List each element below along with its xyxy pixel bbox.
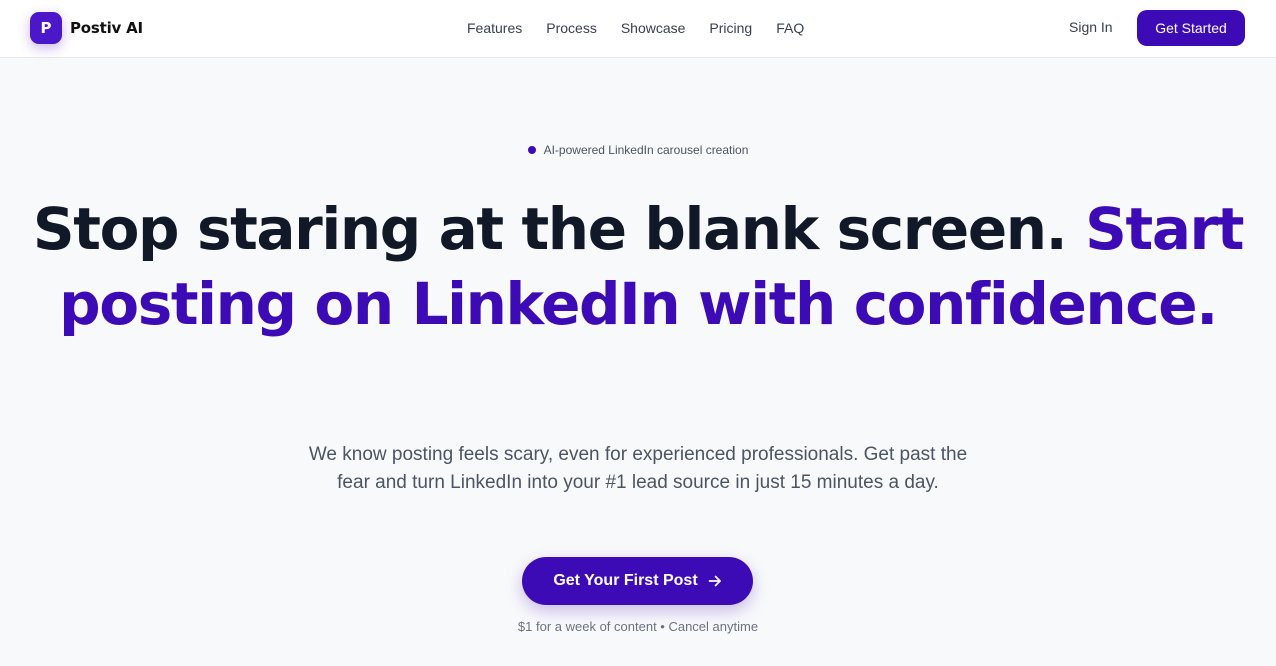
- badge-dot-icon: [527, 146, 536, 154]
- nav-link-process[interactable]: Process: [546, 20, 597, 36]
- hero-headline: Stop staring at the blank screen. Start …: [0, 192, 1276, 342]
- top-navbar: P Postiv AI Features Process Showcase Pr…: [0, 0, 1276, 58]
- nav-link-features[interactable]: Features: [467, 20, 522, 36]
- nav-link-faq[interactable]: FAQ: [776, 20, 804, 36]
- badge-text: AI-powered LinkedIn carousel creation: [543, 143, 749, 157]
- brand-logo-link[interactable]: P Postiv AI: [30, 12, 143, 44]
- hero-subtitle: We know posting feels scary, even for ex…: [308, 444, 968, 493]
- hero-badge: AI-powered LinkedIn carousel creation: [0, 143, 1276, 157]
- brand-name: Postiv AI: [70, 19, 143, 37]
- pricing-footnote: $1 for a week of content • Cancel anytim…: [517, 619, 759, 634]
- logo-icon: P: [30, 12, 62, 44]
- nav-link-showcase[interactable]: Showcase: [621, 20, 686, 36]
- get-started-button[interactable]: Get Started: [1137, 10, 1245, 46]
- nav-link-pricing[interactable]: Pricing: [709, 20, 752, 36]
- get-first-post-button[interactable]: Get Your First Post: [522, 557, 753, 605]
- cta-label: Get Your First Post: [553, 572, 698, 589]
- sign-in-link[interactable]: Sign In: [1069, 19, 1113, 35]
- arrow-right-icon: [708, 574, 722, 588]
- main-nav: Features Process Showcase Pricing FAQ: [467, 0, 804, 56]
- headline-main-text: Stop staring at the blank screen.: [32, 195, 1086, 263]
